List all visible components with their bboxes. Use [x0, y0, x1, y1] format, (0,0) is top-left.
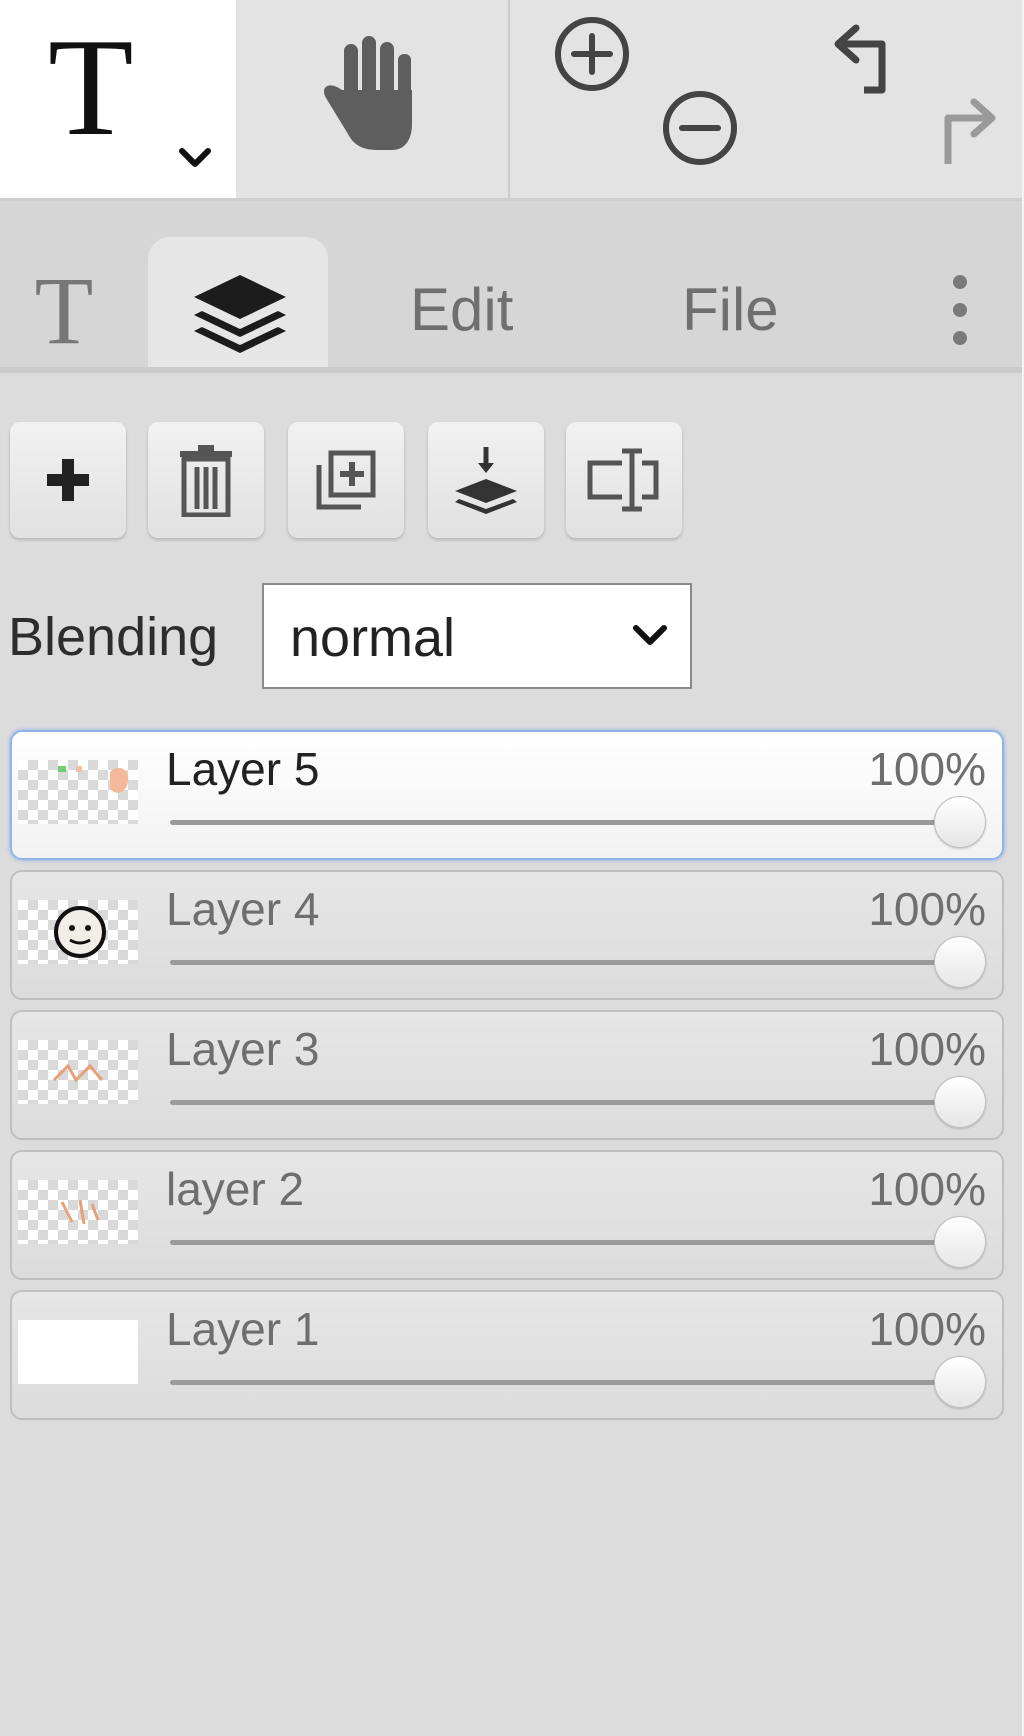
opacity-slider-handle[interactable] [934, 1356, 986, 1408]
layers-panel: Blending normal Layer 5 100% Layer 4 100… [0, 373, 1022, 1736]
opacity-slider-track[interactable] [170, 1100, 962, 1105]
opacity-slider-handle[interactable] [934, 1076, 986, 1128]
blending-select[interactable]: normal [262, 583, 692, 689]
chevron-down-icon [633, 625, 667, 645]
text-tool-glyph: T [48, 10, 134, 165]
opacity-slider-handle[interactable] [934, 936, 986, 988]
thumbnail-content [54, 906, 106, 958]
opacity-slider-handle[interactable] [934, 796, 986, 848]
layer-row[interactable]: Layer 1 100% [10, 1290, 1004, 1420]
blending-label: Blending [8, 607, 219, 667]
layer-row[interactable]: Layer 3 100% [10, 1010, 1004, 1140]
opacity-slider-track[interactable] [170, 1240, 962, 1245]
rename-layer-button[interactable] [566, 422, 682, 538]
tab-file[interactable]: File [682, 275, 779, 344]
undo-icon[interactable] [822, 18, 902, 98]
zoom-out-icon[interactable] [660, 88, 740, 168]
layer-thumbnail [18, 760, 138, 824]
layer-name: Layer 5 [166, 743, 320, 795]
panel-tabs: T Edit File [0, 201, 1022, 373]
duplicate-icon [316, 450, 376, 510]
layer-thumbnail [18, 1040, 138, 1104]
thumbnail-content [52, 1063, 104, 1083]
layer-opacity: 100% [868, 1303, 986, 1355]
layer-row[interactable]: layer 2 100% [10, 1150, 1004, 1280]
merge-down-icon [455, 447, 517, 514]
redo-icon[interactable] [930, 88, 1010, 168]
thumbnail-content [58, 766, 129, 793]
layer-name: Layer 3 [166, 1023, 320, 1075]
opacity-slider-track[interactable] [170, 1380, 962, 1385]
opacity-slider-handle[interactable] [934, 1216, 986, 1268]
toolbar-divider [508, 0, 510, 198]
thumbnail-content [60, 1199, 100, 1225]
opacity-slider-track[interactable] [170, 820, 962, 825]
plus-icon [47, 459, 89, 501]
chevron-down-icon[interactable] [178, 146, 212, 170]
more-vertical-icon[interactable] [940, 265, 980, 365]
layer-thumbnail [18, 1180, 138, 1244]
top-toolbar: T [0, 0, 1022, 201]
delete-layer-button[interactable] [148, 422, 264, 538]
layer-name: Layer 1 [166, 1303, 320, 1355]
layer-row[interactable]: Layer 5 100% [10, 730, 1004, 860]
layer-opacity: 100% [868, 883, 986, 935]
hand-icon[interactable] [318, 34, 426, 152]
tab-text[interactable]: T [0, 263, 128, 373]
blending-value: normal [290, 608, 456, 668]
layer-name: Layer 4 [166, 883, 320, 935]
trash-icon [180, 445, 232, 517]
layer-opacity: 100% [868, 743, 986, 795]
layer-thumbnail [18, 1320, 138, 1384]
rename-icon [587, 448, 659, 512]
merge-down-button[interactable] [428, 422, 544, 538]
text-tool-button[interactable]: T [0, 0, 236, 198]
tab-edit[interactable]: Edit [410, 275, 513, 344]
add-layer-button[interactable] [10, 422, 126, 538]
layer-opacity: 100% [868, 1023, 986, 1075]
layer-row[interactable]: Layer 4 100% [10, 870, 1004, 1000]
layer-opacity: 100% [868, 1163, 986, 1215]
duplicate-layer-button[interactable] [288, 422, 404, 538]
tab-layers[interactable] [148, 237, 328, 373]
layer-thumbnail [18, 900, 138, 964]
zoom-in-icon[interactable] [552, 14, 632, 94]
layers-icon [194, 275, 286, 353]
layer-name: layer 2 [166, 1163, 305, 1215]
opacity-slider-track[interactable] [170, 960, 962, 965]
